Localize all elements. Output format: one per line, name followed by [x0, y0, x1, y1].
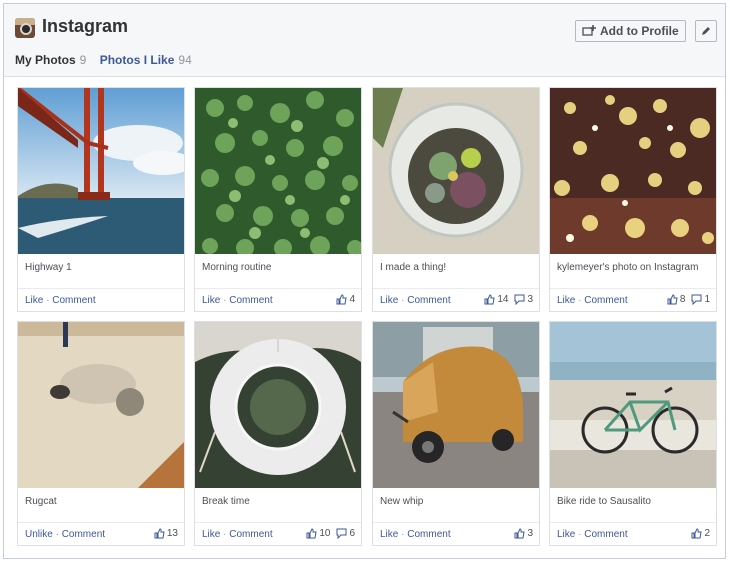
photo-footer: Like · Comment 14 3 [373, 288, 539, 313]
photo-bokeh-lights[interactable] [550, 88, 716, 254]
like-link[interactable]: Like [202, 295, 220, 306]
comment-link[interactable]: Comment [52, 295, 95, 306]
photo-new-whip[interactable] [373, 322, 539, 488]
photo-caption: Break time [202, 496, 250, 507]
like-link[interactable]: Like [380, 295, 398, 306]
photo-break-time[interactable] [195, 322, 361, 488]
instagram-camera-icon [15, 18, 35, 38]
photo-caption: Rugcat [25, 496, 57, 507]
add-to-profile-icon [582, 25, 596, 36]
thumbs-up-icon [336, 294, 348, 305]
likes-count[interactable]: 4 [336, 294, 355, 305]
likes-count[interactable]: 10 [306, 528, 330, 539]
comment-bubble-icon [691, 294, 702, 305]
comment-link[interactable]: Comment [229, 529, 272, 540]
photo-caption: Highway 1 [25, 262, 72, 273]
tab-my-photos[interactable]: My Photos 9 [15, 53, 86, 67]
thumbs-up-icon [514, 528, 526, 539]
pencil-icon [702, 27, 710, 35]
photo-caption: I made a thing! [380, 262, 447, 273]
photo-footer: Unlike · Comment 13 [18, 522, 184, 547]
photo-rugcat[interactable] [18, 322, 184, 488]
likes-count[interactable]: 3 [514, 528, 533, 539]
like-link[interactable]: Like [380, 529, 398, 540]
comment-bubble-icon [514, 294, 525, 305]
comments-count[interactable]: 1 [691, 294, 710, 305]
instagram-app-panel: Instagram Add to Profile My Photos 9 Phot… [3, 3, 726, 559]
photo-caption: kylemeyer's photo on Instagram [557, 262, 699, 273]
add-to-profile-button[interactable]: Add to Profile [575, 20, 686, 42]
photo-card[interactable]: Bike ride to Sausalito Like · Comment 2 [549, 321, 717, 546]
thumbs-up-icon [667, 294, 678, 305]
comment-link[interactable]: Comment [584, 529, 627, 540]
likes-count[interactable]: 13 [154, 528, 178, 539]
photo-morning-routine[interactable] [195, 88, 361, 254]
photo-footer: Like · Comment 10 6 [195, 522, 361, 547]
comments-count[interactable]: 6 [336, 528, 355, 539]
photo-caption: Bike ride to Sausalito [557, 496, 651, 507]
tab-photos-i-like[interactable]: Photos I Like 94 [100, 53, 192, 67]
comments-count[interactable]: 3 [514, 294, 533, 305]
photo-card[interactable]: Morning routine Like · Comment 4 [194, 87, 362, 312]
photo-highway-1[interactable] [18, 88, 184, 254]
thumbs-up-icon [154, 528, 165, 539]
comment-link[interactable]: Comment [407, 295, 450, 306]
photo-card[interactable]: I made a thing! Like · Comment 14 3 [372, 87, 540, 312]
photo-footer: Like · Comment 4 [195, 288, 361, 313]
thumbs-up-icon [484, 294, 495, 305]
photo-footer: Like · Comment [18, 288, 184, 313]
photo-card[interactable]: Highway 1 Like · Comment [17, 87, 185, 312]
photo-card[interactable]: Rugcat Unlike · Comment 13 [17, 321, 185, 546]
photo-tabs: My Photos 9 Photos I Like 94 [15, 53, 202, 67]
photo-footer: Like · Comment 2 [550, 522, 716, 547]
comment-bubble-icon [336, 528, 347, 539]
app-header: Instagram Add to Profile My Photos 9 Phot… [4, 4, 725, 77]
photo-footer: Like · Comment 3 [373, 522, 539, 547]
like-link[interactable]: Like [25, 295, 43, 306]
photo-caption: New whip [380, 496, 424, 507]
thumbs-up-icon [691, 528, 703, 539]
photo-card[interactable]: Break time Like · Comment 10 6 [194, 321, 362, 546]
app-title: Instagram [42, 16, 129, 36]
photo-card[interactable]: New whip Like · Comment 3 [372, 321, 540, 546]
likes-count[interactable]: 8 [667, 294, 685, 305]
add-to-profile-label: Add to Profile [600, 24, 679, 38]
like-link[interactable]: Like [557, 295, 575, 306]
comment-link[interactable]: Comment [407, 529, 450, 540]
edit-button[interactable] [695, 20, 717, 42]
photo-card[interactable]: kylemeyer's photo on Instagram Like · Co… [549, 87, 717, 312]
likes-count[interactable]: 14 [484, 294, 508, 305]
photo-caption: Morning routine [202, 262, 272, 273]
comment-link[interactable]: Comment [62, 529, 105, 540]
photo-terrarium[interactable] [373, 88, 539, 254]
photo-footer: Like · Comment 8 1 [550, 288, 716, 313]
like-link[interactable]: Like [557, 529, 575, 540]
likes-count[interactable]: 2 [691, 528, 710, 539]
comment-link[interactable]: Comment [229, 295, 272, 306]
unlike-link[interactable]: Unlike [25, 529, 53, 540]
comment-link[interactable]: Comment [584, 295, 627, 306]
like-link[interactable]: Like [202, 529, 220, 540]
thumbs-up-icon [306, 528, 317, 539]
photo-bike-ride[interactable] [550, 322, 716, 488]
